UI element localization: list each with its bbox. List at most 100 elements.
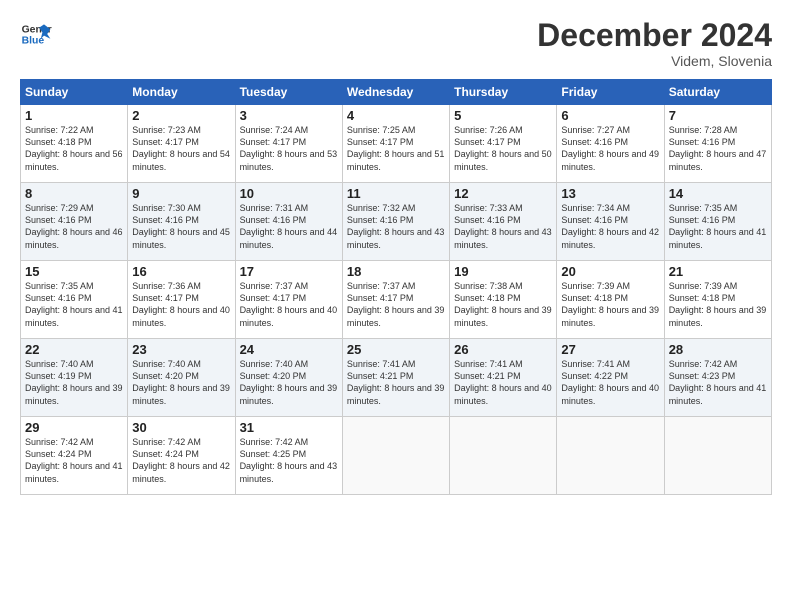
calendar-cell: 30 Sunrise: 7:42 AM Sunset: 4:24 PM Dayl… xyxy=(128,417,235,495)
col-sunday: Sunday xyxy=(21,80,128,105)
calendar-cell: 9 Sunrise: 7:30 AM Sunset: 4:16 PM Dayli… xyxy=(128,183,235,261)
calendar-cell: 14 Sunrise: 7:35 AM Sunset: 4:16 PM Dayl… xyxy=(664,183,771,261)
header-row: Sunday Monday Tuesday Wednesday Thursday… xyxy=(21,80,772,105)
calendar-cell: 25 Sunrise: 7:41 AM Sunset: 4:21 PM Dayl… xyxy=(342,339,449,417)
calendar-cell: 4 Sunrise: 7:25 AM Sunset: 4:17 PM Dayli… xyxy=(342,105,449,183)
day-info: Sunrise: 7:40 AM Sunset: 4:19 PM Dayligh… xyxy=(25,358,123,407)
location-subtitle: Videm, Slovenia xyxy=(537,53,772,69)
day-number: 8 xyxy=(25,186,123,201)
svg-text:Blue: Blue xyxy=(22,36,45,47)
calendar-cell: 29 Sunrise: 7:42 AM Sunset: 4:24 PM Dayl… xyxy=(21,417,128,495)
calendar-cell: 5 Sunrise: 7:26 AM Sunset: 4:17 PM Dayli… xyxy=(450,105,557,183)
day-number: 15 xyxy=(25,264,123,279)
day-number: 25 xyxy=(347,342,445,357)
day-number: 19 xyxy=(454,264,552,279)
day-number: 10 xyxy=(240,186,338,201)
calendar-cell: 31 Sunrise: 7:42 AM Sunset: 4:25 PM Dayl… xyxy=(235,417,342,495)
calendar-cell: 1 Sunrise: 7:22 AM Sunset: 4:18 PM Dayli… xyxy=(21,105,128,183)
day-number: 13 xyxy=(561,186,659,201)
week-row-5: 29 Sunrise: 7:42 AM Sunset: 4:24 PM Dayl… xyxy=(21,417,772,495)
day-number: 30 xyxy=(132,420,230,435)
col-monday: Monday xyxy=(128,80,235,105)
logo: General Blue xyxy=(20,18,52,50)
calendar-cell: 17 Sunrise: 7:37 AM Sunset: 4:17 PM Dayl… xyxy=(235,261,342,339)
calendar-cell: 18 Sunrise: 7:37 AM Sunset: 4:17 PM Dayl… xyxy=(342,261,449,339)
day-info: Sunrise: 7:30 AM Sunset: 4:16 PM Dayligh… xyxy=(132,202,230,251)
day-info: Sunrise: 7:42 AM Sunset: 4:23 PM Dayligh… xyxy=(669,358,767,407)
day-info: Sunrise: 7:31 AM Sunset: 4:16 PM Dayligh… xyxy=(240,202,338,251)
calendar-cell: 27 Sunrise: 7:41 AM Sunset: 4:22 PM Dayl… xyxy=(557,339,664,417)
calendar-cell: 8 Sunrise: 7:29 AM Sunset: 4:16 PM Dayli… xyxy=(21,183,128,261)
day-info: Sunrise: 7:42 AM Sunset: 4:25 PM Dayligh… xyxy=(240,436,338,485)
col-saturday: Saturday xyxy=(664,80,771,105)
day-info: Sunrise: 7:42 AM Sunset: 4:24 PM Dayligh… xyxy=(25,436,123,485)
calendar-cell: 12 Sunrise: 7:33 AM Sunset: 4:16 PM Dayl… xyxy=(450,183,557,261)
col-wednesday: Wednesday xyxy=(342,80,449,105)
day-number: 5 xyxy=(454,108,552,123)
day-number: 22 xyxy=(25,342,123,357)
calendar-cell: 24 Sunrise: 7:40 AM Sunset: 4:20 PM Dayl… xyxy=(235,339,342,417)
day-info: Sunrise: 7:41 AM Sunset: 4:21 PM Dayligh… xyxy=(454,358,552,407)
day-info: Sunrise: 7:37 AM Sunset: 4:17 PM Dayligh… xyxy=(347,280,445,329)
header: General Blue December 2024 Videm, Sloven… xyxy=(20,18,772,69)
calendar-cell: 7 Sunrise: 7:28 AM Sunset: 4:16 PM Dayli… xyxy=(664,105,771,183)
calendar-cell: 13 Sunrise: 7:34 AM Sunset: 4:16 PM Dayl… xyxy=(557,183,664,261)
day-info: Sunrise: 7:32 AM Sunset: 4:16 PM Dayligh… xyxy=(347,202,445,251)
day-info: Sunrise: 7:23 AM Sunset: 4:17 PM Dayligh… xyxy=(132,124,230,173)
calendar-cell: 22 Sunrise: 7:40 AM Sunset: 4:19 PM Dayl… xyxy=(21,339,128,417)
calendar-cell: 19 Sunrise: 7:38 AM Sunset: 4:18 PM Dayl… xyxy=(450,261,557,339)
day-info: Sunrise: 7:27 AM Sunset: 4:16 PM Dayligh… xyxy=(561,124,659,173)
day-number: 6 xyxy=(561,108,659,123)
day-info: Sunrise: 7:34 AM Sunset: 4:16 PM Dayligh… xyxy=(561,202,659,251)
col-thursday: Thursday xyxy=(450,80,557,105)
day-info: Sunrise: 7:38 AM Sunset: 4:18 PM Dayligh… xyxy=(454,280,552,329)
week-row-2: 8 Sunrise: 7:29 AM Sunset: 4:16 PM Dayli… xyxy=(21,183,772,261)
calendar-table: Sunday Monday Tuesday Wednesday Thursday… xyxy=(20,79,772,495)
col-tuesday: Tuesday xyxy=(235,80,342,105)
calendar-cell: 20 Sunrise: 7:39 AM Sunset: 4:18 PM Dayl… xyxy=(557,261,664,339)
calendar-cell: 2 Sunrise: 7:23 AM Sunset: 4:17 PM Dayli… xyxy=(128,105,235,183)
calendar-cell: 23 Sunrise: 7:40 AM Sunset: 4:20 PM Dayl… xyxy=(128,339,235,417)
calendar-cell: 16 Sunrise: 7:36 AM Sunset: 4:17 PM Dayl… xyxy=(128,261,235,339)
day-info: Sunrise: 7:40 AM Sunset: 4:20 PM Dayligh… xyxy=(132,358,230,407)
day-number: 26 xyxy=(454,342,552,357)
day-info: Sunrise: 7:25 AM Sunset: 4:17 PM Dayligh… xyxy=(347,124,445,173)
day-number: 14 xyxy=(669,186,767,201)
logo-icon: General Blue xyxy=(20,18,52,50)
day-info: Sunrise: 7:35 AM Sunset: 4:16 PM Dayligh… xyxy=(669,202,767,251)
day-number: 1 xyxy=(25,108,123,123)
calendar-cell: 15 Sunrise: 7:35 AM Sunset: 4:16 PM Dayl… xyxy=(21,261,128,339)
day-number: 16 xyxy=(132,264,230,279)
day-info: Sunrise: 7:42 AM Sunset: 4:24 PM Dayligh… xyxy=(132,436,230,485)
week-row-1: 1 Sunrise: 7:22 AM Sunset: 4:18 PM Dayli… xyxy=(21,105,772,183)
day-number: 21 xyxy=(669,264,767,279)
day-info: Sunrise: 7:26 AM Sunset: 4:17 PM Dayligh… xyxy=(454,124,552,173)
calendar-cell xyxy=(664,417,771,495)
calendar-page: General Blue December 2024 Videm, Sloven… xyxy=(0,0,792,612)
day-info: Sunrise: 7:41 AM Sunset: 4:22 PM Dayligh… xyxy=(561,358,659,407)
day-info: Sunrise: 7:33 AM Sunset: 4:16 PM Dayligh… xyxy=(454,202,552,251)
day-info: Sunrise: 7:22 AM Sunset: 4:18 PM Dayligh… xyxy=(25,124,123,173)
calendar-cell: 26 Sunrise: 7:41 AM Sunset: 4:21 PM Dayl… xyxy=(450,339,557,417)
day-number: 7 xyxy=(669,108,767,123)
day-number: 23 xyxy=(132,342,230,357)
calendar-cell: 3 Sunrise: 7:24 AM Sunset: 4:17 PM Dayli… xyxy=(235,105,342,183)
calendar-cell: 11 Sunrise: 7:32 AM Sunset: 4:16 PM Dayl… xyxy=(342,183,449,261)
day-number: 9 xyxy=(132,186,230,201)
day-info: Sunrise: 7:37 AM Sunset: 4:17 PM Dayligh… xyxy=(240,280,338,329)
day-number: 2 xyxy=(132,108,230,123)
title-block: December 2024 Videm, Slovenia xyxy=(537,18,772,69)
calendar-cell: 10 Sunrise: 7:31 AM Sunset: 4:16 PM Dayl… xyxy=(235,183,342,261)
day-number: 11 xyxy=(347,186,445,201)
day-info: Sunrise: 7:39 AM Sunset: 4:18 PM Dayligh… xyxy=(669,280,767,329)
calendar-cell: 21 Sunrise: 7:39 AM Sunset: 4:18 PM Dayl… xyxy=(664,261,771,339)
week-row-3: 15 Sunrise: 7:35 AM Sunset: 4:16 PM Dayl… xyxy=(21,261,772,339)
day-info: Sunrise: 7:28 AM Sunset: 4:16 PM Dayligh… xyxy=(669,124,767,173)
day-number: 3 xyxy=(240,108,338,123)
day-number: 29 xyxy=(25,420,123,435)
calendar-cell: 6 Sunrise: 7:27 AM Sunset: 4:16 PM Dayli… xyxy=(557,105,664,183)
day-info: Sunrise: 7:41 AM Sunset: 4:21 PM Dayligh… xyxy=(347,358,445,407)
day-number: 12 xyxy=(454,186,552,201)
day-number: 24 xyxy=(240,342,338,357)
day-info: Sunrise: 7:39 AM Sunset: 4:18 PM Dayligh… xyxy=(561,280,659,329)
